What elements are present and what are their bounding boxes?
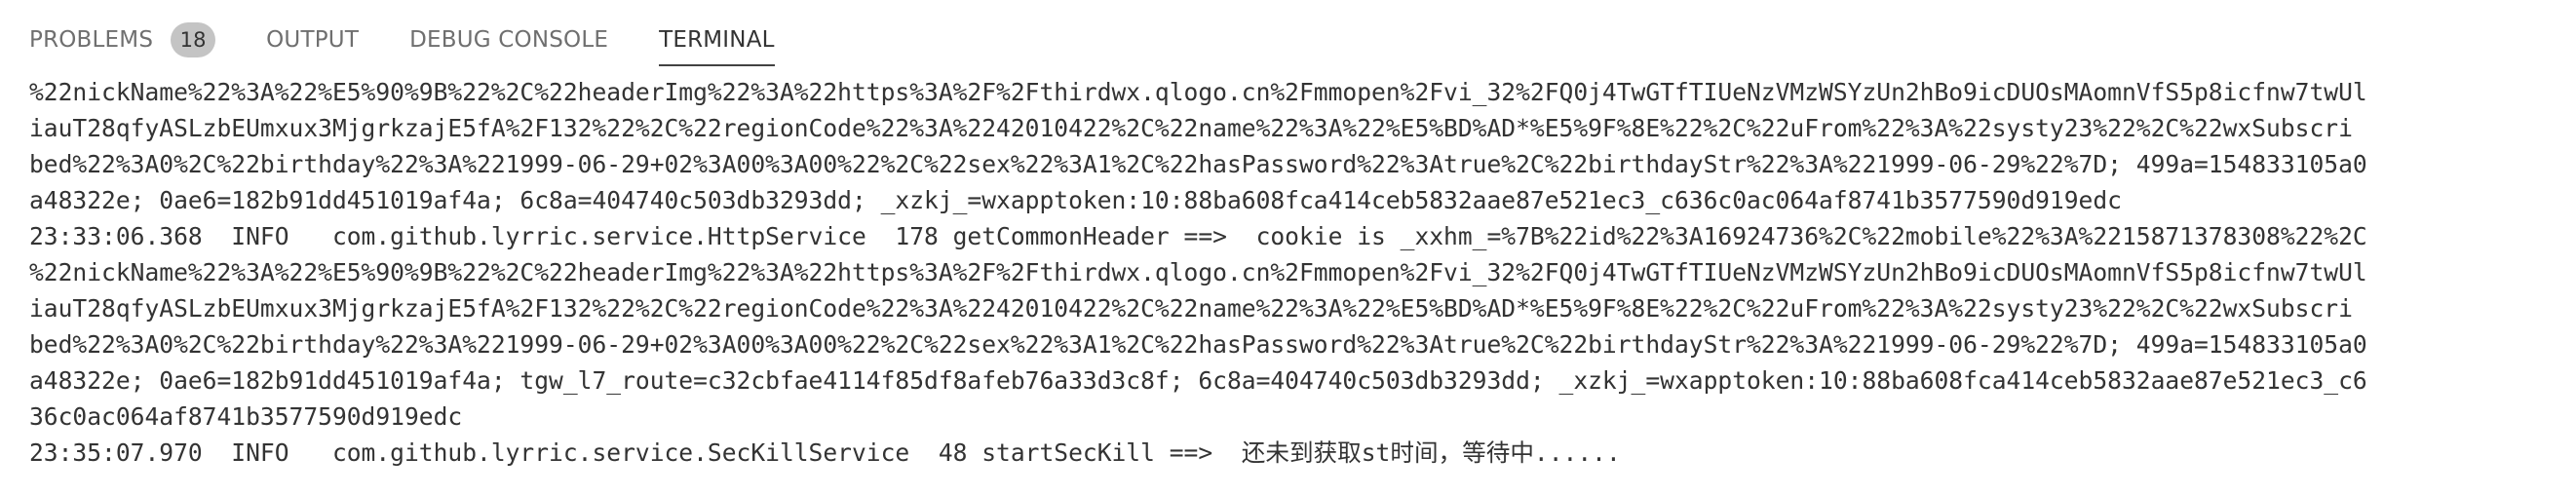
terminal-line: bed%22%3A0%2C%22birthday%22%3A%221999-06… (29, 150, 2367, 178)
terminal-line: a48322e; 0ae6=182b91dd451019af4a; 6c8a=4… (29, 186, 2122, 214)
terminal-line: 23:35:07.970 INFO com.github.lyrric.serv… (29, 438, 1621, 467)
terminal-line: %22nickName%22%3A%22%E5%90%9B%22%2C%22he… (29, 78, 2367, 106)
terminal-line: %22nickName%22%3A%22%E5%90%9B%22%2C%22he… (29, 258, 2367, 286)
tab-debug-console[interactable]: DEBUG CONSOLE (409, 12, 608, 68)
tab-output-label: OUTPUT (266, 27, 360, 53)
tab-output[interactable]: OUTPUT (266, 12, 359, 68)
terminal-line: 36c0ac064af8741b3577590d919edc (29, 402, 463, 431)
panel-tab-bar: PROBLEMS 18 OUTPUT DEBUG CONSOLE TERMINA… (0, 0, 2576, 68)
terminal-line: a48322e; 0ae6=182b91dd451019af4a; tgw_l7… (29, 366, 2367, 395)
terminal-line: iauT28qfyASLzbEUmxux3MjgrkzajE5fA%2F132%… (29, 114, 2353, 142)
tab-terminal-label: TERMINAL (659, 27, 775, 53)
tab-problems[interactable]: PROBLEMS 18 (29, 12, 216, 68)
tab-problems-label: PROBLEMS (29, 27, 154, 53)
terminal-line: 23:33:06.368 INFO com.github.lyrric.serv… (29, 222, 2367, 250)
problems-count-badge: 18 (171, 22, 216, 57)
terminal-output[interactable]: %22nickName%22%3A%22%E5%90%9B%22%2C%22he… (29, 74, 2555, 495)
bottom-panel: PROBLEMS 18 OUTPUT DEBUG CONSOLE TERMINA… (0, 0, 2576, 495)
tab-terminal[interactable]: TERMINAL (659, 12, 775, 68)
terminal-line: iauT28qfyASLzbEUmxux3MjgrkzajE5fA%2F132%… (29, 294, 2353, 323)
terminal-line: bed%22%3A0%2C%22birthday%22%3A%221999-06… (29, 330, 2367, 359)
tab-debug-console-label: DEBUG CONSOLE (409, 27, 609, 53)
